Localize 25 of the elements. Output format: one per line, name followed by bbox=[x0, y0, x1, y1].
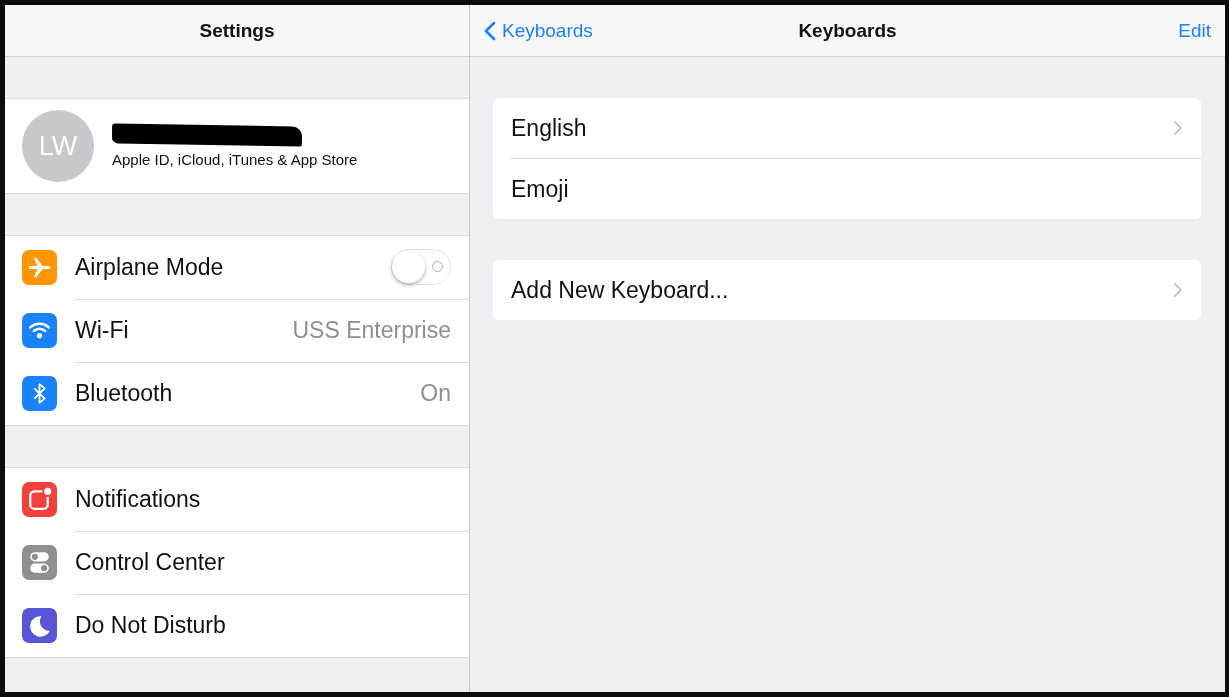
row-value: USS Enterprise bbox=[292, 316, 451, 344]
nav-title: Keyboards bbox=[798, 19, 897, 42]
settings-row[interactable]: Control Center bbox=[5, 531, 469, 594]
back-chevron-icon bbox=[484, 20, 496, 41]
settings-row[interactable]: Do Not Disturb bbox=[5, 594, 469, 657]
settings-row[interactable]: Notifications bbox=[5, 468, 469, 531]
row-label: Airplane Mode bbox=[75, 253, 224, 281]
row-label: Control Center bbox=[75, 548, 225, 576]
row-label: Bluetooth bbox=[75, 380, 173, 407]
settings-row[interactable]: Airplane Mode bbox=[5, 236, 469, 299]
avatar: LW bbox=[22, 110, 94, 182]
back-button[interactable]: Keyboards bbox=[484, 19, 593, 42]
nav-title: Settings bbox=[199, 19, 275, 42]
settings-row[interactable]: Bluetooth On bbox=[5, 362, 469, 425]
row-label: Wi-Fi bbox=[75, 316, 129, 344]
row-label: Notifications bbox=[75, 485, 201, 513]
settings-row[interactable]: Wi-Fi USS Enterprise bbox=[5, 299, 469, 362]
keyboard-row[interactable]: Emoji bbox=[511, 159, 1201, 219]
keyboard-row[interactable]: English bbox=[511, 98, 1201, 159]
profile-row[interactable]: LW Apple ID, iCloud, iTunes & App Store bbox=[5, 98, 469, 194]
row-label: Do Not Disturb bbox=[75, 612, 226, 639]
keyboard-row[interactable]: Add New Keyboard... bbox=[511, 260, 1201, 320]
row-value: On bbox=[420, 380, 451, 407]
toggle-switch[interactable] bbox=[391, 249, 451, 285]
profile-subtitle: Apple ID, iCloud, iTunes & App Store bbox=[112, 150, 358, 168]
